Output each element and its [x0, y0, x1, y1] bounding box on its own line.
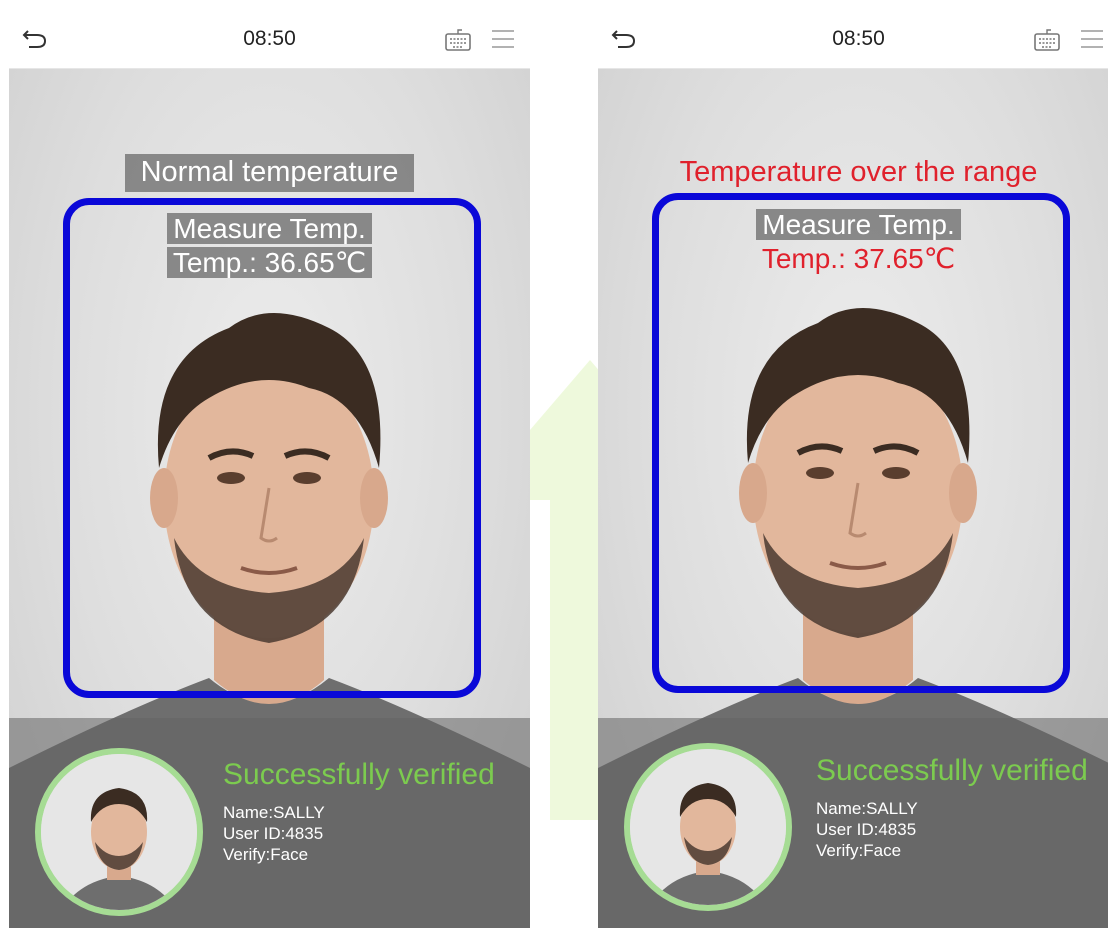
user-id: User ID:4835 [816, 820, 917, 839]
temperature-status-label: Normal temperature [124, 154, 415, 192]
user-info: Name:SALLY User ID:4835 Verify:Face [816, 798, 918, 861]
keyboard-icon[interactable] [1033, 28, 1061, 52]
status-bar: 08:50 [9, 10, 530, 69]
verification-result: Successfully verified [223, 758, 495, 791]
keyboard-icon[interactable] [444, 28, 472, 52]
measure-block: Measure Temp. Temp.: 37.65℃ [598, 208, 1108, 276]
measure-block: Measure Temp. Temp.: 36.65℃ [9, 212, 530, 280]
temperature-reading: Temp.: 37.65℃ [761, 243, 956, 274]
user-name: Name:SALLY [816, 799, 918, 818]
clock: 08:50 [832, 27, 885, 50]
user-name: Name:SALLY [223, 803, 325, 822]
temperature-status: Normal temperature [9, 154, 530, 192]
measure-label: Measure Temp. [756, 209, 961, 240]
user-info: Name:SALLY User ID:4835 Verify:Face [223, 802, 325, 865]
avatar [35, 748, 203, 916]
avatar-photo [41, 754, 197, 910]
measure-label: Measure Temp. [167, 213, 372, 244]
avatar-photo [630, 749, 786, 905]
temperature-status: Temperature over the range [598, 156, 1108, 189]
status-bar: 08:50 [598, 10, 1108, 69]
user-id: User ID:4835 [223, 824, 324, 843]
device-screen-over-range: 08:50 Temperature over the range Measure… [598, 10, 1108, 928]
temperature-status-label: Temperature over the range [679, 156, 1038, 188]
device-screen-normal: 08:50 Normal temperature Measure Temp. T… [9, 10, 530, 928]
verify-mode: Verify:Face [223, 845, 309, 864]
temperature-reading: Temp.: 36.65℃ [166, 247, 373, 278]
avatar [624, 743, 792, 911]
verify-mode: Verify:Face [816, 841, 902, 860]
verification-result: Successfully verified [816, 754, 1088, 787]
menu-icon[interactable] [490, 28, 516, 50]
menu-icon[interactable] [1079, 28, 1105, 50]
